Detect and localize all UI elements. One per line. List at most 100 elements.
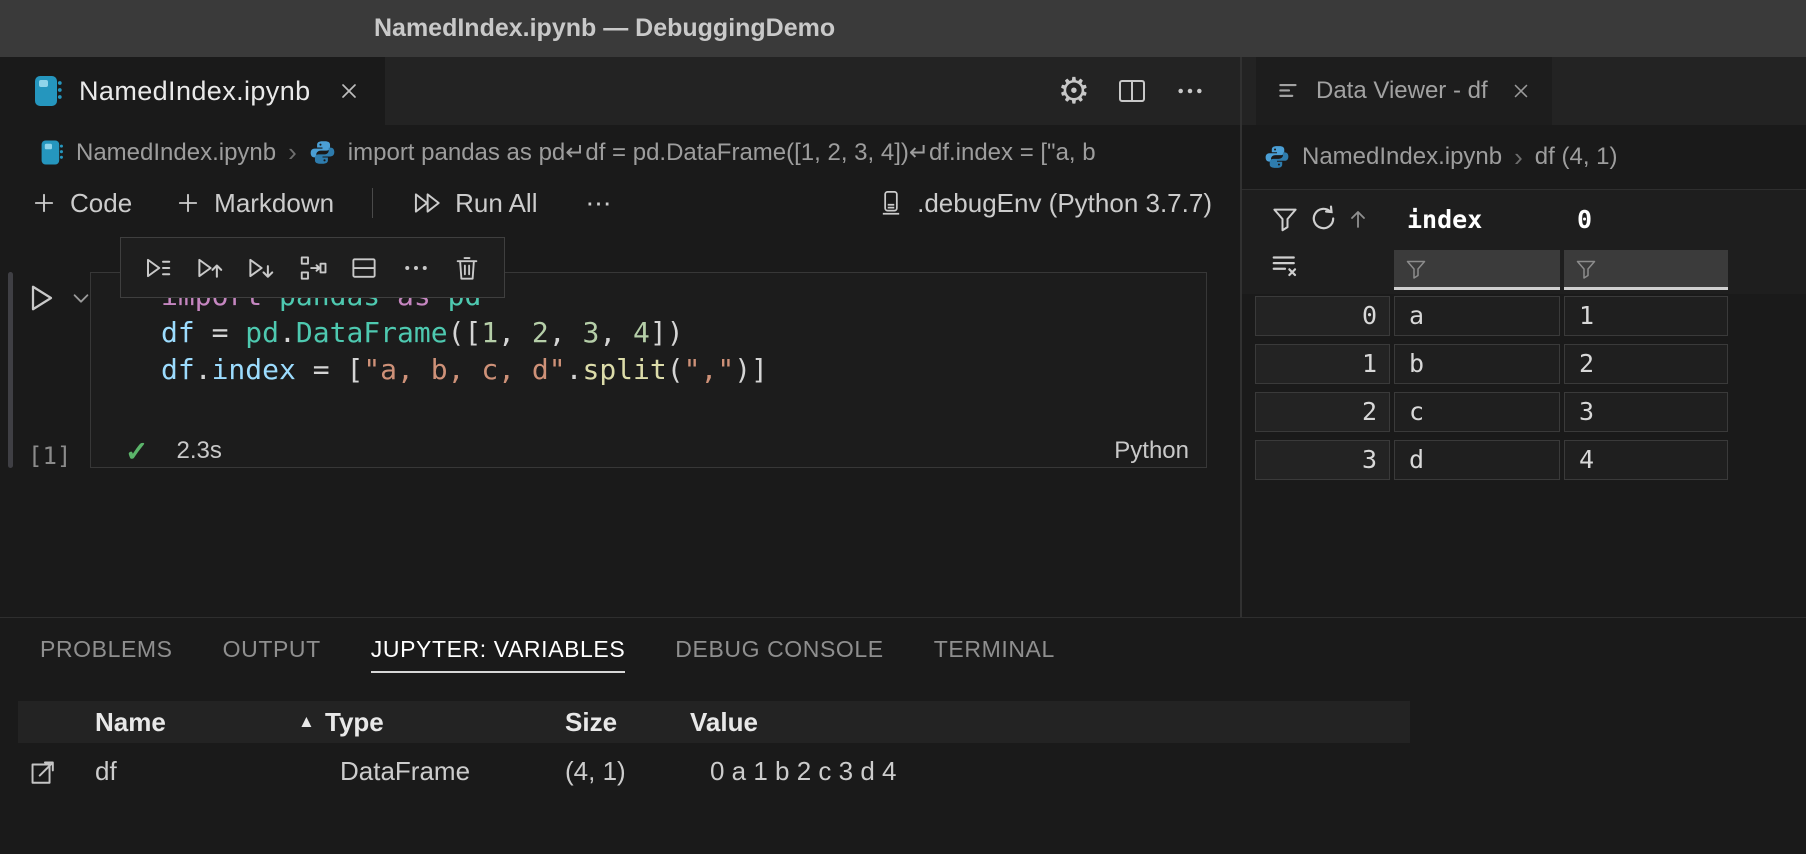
- refresh-icon[interactable]: [1308, 203, 1339, 234]
- header-type[interactable]: Type: [325, 701, 384, 743]
- cell-duration: 2.3s: [176, 437, 221, 465]
- editor-group: NamedIndex.ipynb ⚙ NamedIndex.ipynb ›: [0, 57, 1240, 617]
- add-code-button[interactable]: Code: [30, 188, 132, 219]
- tab-label: NamedIndex.ipynb: [79, 76, 311, 107]
- column-header-0[interactable]: 0: [1577, 200, 1592, 240]
- cell-language-picker[interactable]: Python: [1114, 437, 1189, 465]
- breadcrumb-cell-preview: import pandas as pd↵df = pd.DataFrame([1…: [348, 138, 1096, 167]
- plus-icon: [174, 189, 202, 217]
- breadcrumb-target[interactable]: df (4, 1): [1535, 143, 1618, 171]
- breadcrumb-separator: ›: [288, 137, 297, 168]
- breadcrumb-cell[interactable]: import pandas as pd↵df = pd.DataFrame([1…: [309, 138, 1096, 167]
- value-cell[interactable]: 4: [1564, 440, 1728, 480]
- data-viewer-breadcrumb: NamedIndex.ipynb › df (4, 1): [1242, 125, 1806, 190]
- row-header-cell[interactable]: 0: [1255, 296, 1390, 336]
- success-check-icon: ✓: [125, 435, 148, 468]
- clear-filter-icon[interactable]: [1270, 250, 1300, 280]
- code-cell[interactable]: import pandas as pddf = pd.DataFrame([1,…: [90, 272, 1207, 468]
- code-line[interactable]: df.index = ["a, b, c, d".split(",")]: [161, 351, 768, 388]
- filter-icon[interactable]: [1270, 204, 1300, 234]
- split-editor-icon[interactable]: [1116, 75, 1148, 107]
- panel-tab-problems[interactable]: PROBLEMS: [40, 627, 173, 673]
- environment-icon: [877, 188, 905, 218]
- variable-size: (4, 1): [565, 748, 626, 794]
- run-all-button[interactable]: Run All: [411, 188, 537, 219]
- row-header-cell[interactable]: 1: [1255, 344, 1390, 384]
- arrow-up-icon[interactable]: [1346, 207, 1370, 231]
- index-cell[interactable]: b: [1394, 344, 1560, 384]
- value-cell[interactable]: 3: [1564, 392, 1728, 432]
- tab-data-viewer[interactable]: Data Viewer - df: [1256, 57, 1552, 125]
- more-icon: ⋯: [585, 188, 611, 219]
- index-cell[interactable]: c: [1394, 392, 1560, 432]
- panel-tabstrip: Data Viewer - df: [1242, 57, 1806, 125]
- split-cell-icon[interactable]: [349, 253, 379, 283]
- filter-input-index[interactable]: [1394, 250, 1560, 290]
- tab-namedindex-ipynb[interactable]: NamedIndex.ipynb: [0, 57, 385, 125]
- close-icon[interactable]: [1510, 80, 1532, 102]
- header-size[interactable]: Size: [565, 701, 617, 743]
- data-viewer-icon: [1276, 78, 1302, 104]
- header-name[interactable]: Name: [95, 701, 166, 743]
- notebook-more-button[interactable]: ⋯: [585, 188, 611, 219]
- run-by-line-icon[interactable]: [143, 253, 173, 283]
- sort-ascending-icon: ▲: [298, 701, 315, 743]
- variables-table-header: Name ▲ Type Size Value: [18, 701, 1410, 743]
- kernel-picker[interactable]: .debugEnv (Python 3.7.7): [877, 188, 1212, 219]
- filter-input-0[interactable]: [1564, 250, 1728, 290]
- breadcrumb-file[interactable]: NamedIndex.ipynb: [1264, 143, 1502, 171]
- notebook-icon: [33, 73, 63, 109]
- editor-actions: ⚙: [1058, 57, 1206, 125]
- kernel-label: .debugEnv (Python 3.7.7): [917, 188, 1212, 219]
- more-icon[interactable]: [1174, 75, 1206, 107]
- play-icon: [24, 280, 60, 316]
- execution-count: [1]: [28, 442, 71, 470]
- cell-toolbar: [120, 237, 505, 298]
- execute-above-icon[interactable]: [195, 253, 225, 283]
- cell-status-bar: ✓ 2.3s Python: [125, 436, 1189, 466]
- panel-tab-bar: PROBLEMS OUTPUT JUPYTER: VARIABLES DEBUG CO…: [0, 618, 1806, 673]
- variable-type: DataFrame: [340, 748, 470, 794]
- run-all-icon: [411, 188, 443, 218]
- cell-focus-bar: [8, 272, 13, 468]
- notebook-editor: import pandas as pddf = pd.DataFrame([1,…: [0, 226, 1240, 617]
- breadcrumb-separator: ›: [1514, 142, 1523, 173]
- python-icon: [309, 139, 336, 166]
- panel-tab-jupyter-variables[interactable]: JUPYTER: VARIABLES: [371, 627, 626, 673]
- toolbar-divider: [372, 188, 373, 218]
- editor-tabstrip: NamedIndex.ipynb ⚙: [0, 57, 1240, 125]
- data-viewer-content: index 0 0a11b22c33d4: [1242, 190, 1806, 617]
- index-cell[interactable]: a: [1394, 296, 1560, 336]
- more-icon[interactable]: [401, 253, 431, 283]
- chevron-down-icon[interactable]: [70, 287, 92, 309]
- column-header-index[interactable]: index: [1407, 200, 1482, 240]
- value-cell[interactable]: 2: [1564, 344, 1728, 384]
- debug-cell-icon[interactable]: [298, 253, 328, 283]
- open-in-data-viewer-icon[interactable]: [27, 754, 59, 788]
- row-header-cell[interactable]: 3: [1255, 440, 1390, 480]
- delete-cell-icon[interactable]: [452, 253, 482, 283]
- window-title: NamedIndex.ipynb — DebuggingDemo: [374, 0, 835, 57]
- add-markdown-button[interactable]: Markdown: [174, 188, 334, 219]
- panel-tab-output[interactable]: OUTPUT: [223, 627, 321, 673]
- panel-tab-debug-console[interactable]: DEBUG CONSOLE: [675, 627, 883, 673]
- breadcrumb-file[interactable]: NamedIndex.ipynb: [40, 138, 276, 167]
- run-cell-button[interactable]: [24, 280, 92, 316]
- variable-name: df: [95, 748, 117, 794]
- variable-row[interactable]: df DataFrame (4, 1) 0 a 1 b 2 c 3 d 4: [0, 748, 1806, 794]
- header-value[interactable]: Value: [690, 701, 758, 743]
- python-icon: [1264, 144, 1290, 170]
- row-header-cell[interactable]: 2: [1255, 392, 1390, 432]
- code-line[interactable]: df = pd.DataFrame([1, 2, 3, 4]): [161, 314, 768, 351]
- value-cell[interactable]: 1: [1564, 296, 1728, 336]
- close-icon[interactable]: [337, 79, 361, 103]
- notebook-icon: [40, 138, 64, 167]
- plus-icon: [30, 189, 58, 217]
- gear-icon[interactable]: ⚙: [1058, 73, 1090, 109]
- execute-below-icon[interactable]: [246, 253, 276, 283]
- breadcrumb: NamedIndex.ipynb › import pandas as pd↵d…: [0, 125, 1240, 180]
- panel-tab-terminal[interactable]: TERMINAL: [934, 627, 1055, 673]
- tab-label: Data Viewer - df: [1316, 77, 1488, 105]
- notebook-toolbar: Code Markdown Run All ⋯ .debugEnv (Pytho…: [0, 180, 1240, 226]
- index-cell[interactable]: d: [1394, 440, 1560, 480]
